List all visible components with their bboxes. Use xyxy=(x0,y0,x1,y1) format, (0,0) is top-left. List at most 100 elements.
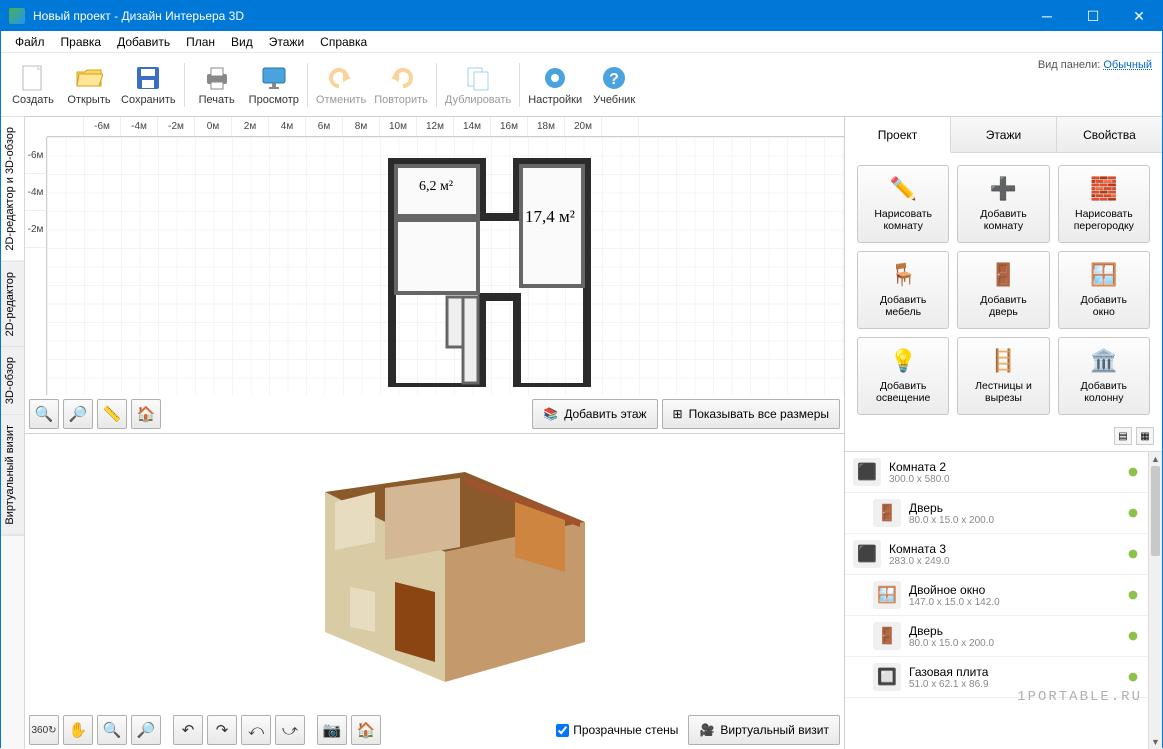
rtab-project[interactable]: Проект xyxy=(845,117,951,153)
object-thumb: 🔲 xyxy=(873,663,901,691)
object-dim: 51.0 x 62.1 x 86.9 xyxy=(909,679,1126,690)
maximize-button[interactable]: ☐ xyxy=(1070,1,1116,31)
toolbar-3d-left: 360↻ ✋ 🔍 🔎 ↶ ↷ ⤺ ⤻ 📷 🏠 xyxy=(29,715,381,745)
print-button[interactable]: Печать xyxy=(189,57,245,113)
vtab-2d[interactable]: 2D-редактор xyxy=(1,262,24,347)
redo-button[interactable]: Повторить xyxy=(370,57,432,113)
btn-rotate-left[interactable]: ↶ xyxy=(173,715,203,745)
zoom-in-button[interactable]: 🔎 xyxy=(63,399,93,429)
scrollbar[interactable]: ▲ ▼ xyxy=(1148,452,1162,749)
object-thumb: ⬛ xyxy=(853,458,881,486)
menu-file[interactable]: Файл xyxy=(7,33,53,51)
menu-add[interactable]: Добавить xyxy=(109,33,178,51)
open-button[interactable]: Открыть xyxy=(61,57,117,113)
close-button[interactable]: ✕ xyxy=(1116,1,1162,31)
object-row[interactable]: 🔲 Газовая плита51.0 x 62.1 x 86.9 xyxy=(845,657,1148,698)
redo-icon xyxy=(387,64,415,92)
object-dim: 300.0 x 580.0 xyxy=(889,474,1126,485)
new-icon xyxy=(19,64,47,92)
window-title: Новый проект - Дизайн Интерьера 3D xyxy=(33,9,244,23)
vtab-3d[interactable]: 3D-обзор xyxy=(1,347,24,415)
visibility-icon[interactable] xyxy=(1126,588,1140,602)
object-name: Газовая плита xyxy=(909,665,1126,679)
tool-window[interactable]: 🪟Добавитьокно xyxy=(1058,251,1150,329)
menu-floors[interactable]: Этажи xyxy=(261,33,312,51)
tool-chair[interactable]: 🪑Добавитьмебель xyxy=(857,251,949,329)
tool-door[interactable]: 🚪Добавитьдверь xyxy=(957,251,1049,329)
btn-zoomin-3d[interactable]: 🔎 xyxy=(131,715,161,745)
minimize-button[interactable]: ─ xyxy=(1024,1,1070,31)
object-row[interactable]: 🪟Двойное окно147.0 x 15.0 x 142.0 xyxy=(845,575,1148,616)
settings-button[interactable]: Настройки xyxy=(524,57,586,113)
mini-1[interactable]: ▤ xyxy=(1114,427,1132,445)
home-button[interactable]: 🏠 xyxy=(131,399,161,429)
menu-edit[interactable]: Правка xyxy=(53,33,110,51)
canvas-2d[interactable]: 6,2 м² 17,4 м² xyxy=(47,137,844,395)
object-row[interactable]: 🚪Дверь80.0 x 15.0 x 200.0 xyxy=(845,493,1148,534)
duplicate-button[interactable]: Дублировать xyxy=(441,57,515,113)
view-2d: -6м-4м-2м0м2м4м6м8м10м12м14м16м18м20м -6… xyxy=(25,117,844,434)
canvas-3d[interactable] xyxy=(25,434,844,712)
visibility-icon[interactable] xyxy=(1126,670,1140,684)
layers-icon: 📚 xyxy=(543,407,558,421)
btn-360[interactable]: 360↻ xyxy=(29,715,59,745)
menu-plan[interactable]: План xyxy=(178,33,223,51)
object-row[interactable]: ⬛Комната 3283.0 x 249.0 xyxy=(845,534,1148,575)
tool-addroom[interactable]: ➕Добавитькомнату xyxy=(957,165,1049,243)
object-thumb: ⬛ xyxy=(853,540,881,568)
transparent-walls-checkbox[interactable]: Прозрачные стены xyxy=(556,723,678,737)
chair-icon: 🪑 xyxy=(889,262,917,290)
tool-wall[interactable]: 🧱Нарисоватьперегородку xyxy=(1058,165,1150,243)
tool-column[interactable]: 🏛️Добавитьколонну xyxy=(1058,337,1150,415)
btn-tilt-back[interactable]: ⤺ xyxy=(241,715,271,745)
scroll-thumb[interactable] xyxy=(1151,466,1160,556)
object-name: Комната 2 xyxy=(889,460,1126,474)
zoom-out-button[interactable]: 🔍 xyxy=(29,399,59,429)
tool-pencil[interactable]: ✏️Нарисоватькомнату xyxy=(857,165,949,243)
btn-zoomout-3d[interactable]: 🔍 xyxy=(97,715,127,745)
tool-stairs[interactable]: 🪜Лестницы ивырезы xyxy=(957,337,1049,415)
panel-mode: Вид панели: Обычный xyxy=(1038,59,1152,71)
window-icon: 🪟 xyxy=(1090,262,1118,290)
bulb-icon: 💡 xyxy=(889,348,917,376)
tool-bulb[interactable]: 💡Добавитьосвещение xyxy=(857,337,949,415)
ruler-vertical: -6м-4м-2м xyxy=(25,137,47,395)
column-icon: 🏛️ xyxy=(1090,348,1118,376)
rtab-properties[interactable]: Свойства xyxy=(1057,117,1162,152)
panel-mode-link[interactable]: Обычный xyxy=(1103,59,1152,71)
object-dim: 147.0 x 15.0 x 142.0 xyxy=(909,597,1126,608)
btn-rotate-right[interactable]: ↷ xyxy=(207,715,237,745)
mini-2[interactable]: ▦ xyxy=(1136,427,1154,445)
visibility-icon[interactable] xyxy=(1126,506,1140,520)
vtab-virtual[interactable]: Виртуальный визит xyxy=(1,415,24,536)
create-button[interactable]: Создать xyxy=(5,57,61,113)
btn-pan[interactable]: ✋ xyxy=(63,715,93,745)
ruler-button[interactable]: 📏 xyxy=(97,399,127,429)
wall-icon: 🧱 xyxy=(1090,176,1118,204)
undo-button[interactable]: Отменить xyxy=(312,57,370,113)
btn-camera[interactable]: 📷 xyxy=(317,715,347,745)
vtab-2d-3d[interactable]: 2D-редактор и 3D-обзор xyxy=(1,117,24,262)
visibility-icon[interactable] xyxy=(1126,465,1140,479)
object-row[interactable]: 🚪Дверь80.0 x 15.0 x 200.0 xyxy=(845,616,1148,657)
btn-home-3d[interactable]: 🏠 xyxy=(351,715,381,745)
rtab-floors[interactable]: Этажи xyxy=(951,117,1057,152)
visibility-icon[interactable] xyxy=(1126,547,1140,561)
menu-help[interactable]: Справка xyxy=(312,33,375,51)
show-dims-button[interactable]: ⊞Показывать все размеры xyxy=(662,399,840,429)
scroll-down[interactable]: ▼ xyxy=(1149,735,1162,749)
tutorial-button[interactable]: ?Учебник xyxy=(586,57,642,113)
btn-tilt-fwd[interactable]: ⤻ xyxy=(275,715,305,745)
preview-button[interactable]: Просмотр xyxy=(245,57,303,113)
object-row[interactable]: ⬛ Комната 2300.0 x 580.0 xyxy=(845,452,1148,493)
object-dim: 80.0 x 15.0 x 200.0 xyxy=(909,638,1126,649)
vertical-tabs: 2D-редактор и 3D-обзор 2D-редактор 3D-об… xyxy=(1,117,25,749)
scroll-up[interactable]: ▲ xyxy=(1149,452,1162,466)
tool-grid: ✏️Нарисоватькомнату➕Добавитькомнату🧱Нари… xyxy=(845,153,1162,427)
virtual-visit-button[interactable]: 🎥Виртуальный визит xyxy=(688,715,840,745)
menu-view[interactable]: Вид xyxy=(223,33,261,51)
save-button[interactable]: Сохранить xyxy=(117,57,180,113)
visibility-icon[interactable] xyxy=(1126,629,1140,643)
monitor-icon xyxy=(260,64,288,92)
add-floor-button[interactable]: 📚Добавить этаж xyxy=(532,399,657,429)
